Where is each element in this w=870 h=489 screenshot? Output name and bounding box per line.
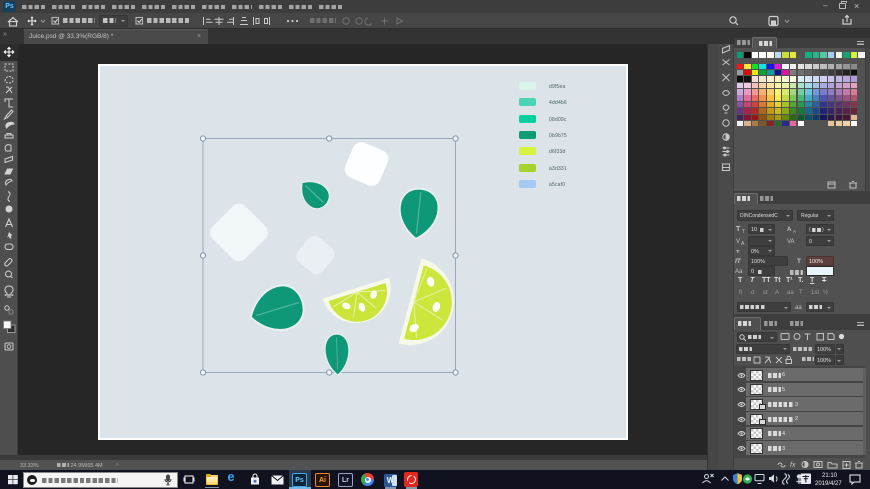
svg-text:fx: fx (790, 462, 796, 469)
